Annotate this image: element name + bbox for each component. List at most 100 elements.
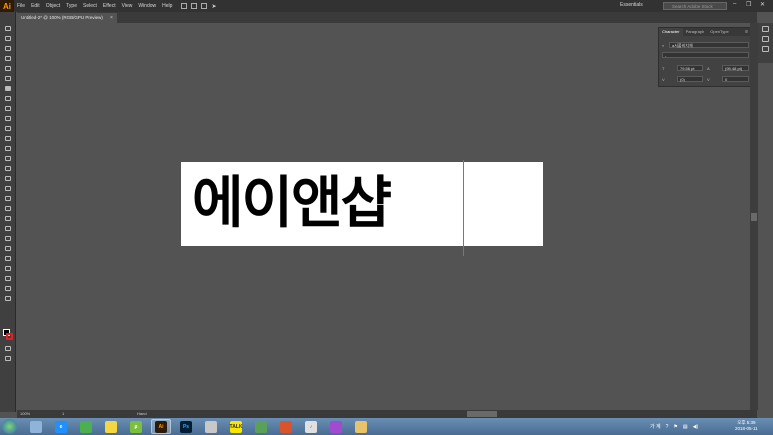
ime-indicator[interactable]: 가 계	[650, 423, 661, 430]
direct-selection-tool-icon[interactable]	[4, 36, 12, 42]
taskbar-app-notepad[interactable]	[201, 419, 221, 434]
flag-icon[interactable]: ⚑	[673, 424, 677, 430]
restore-icon[interactable]: ❐	[746, 1, 751, 8]
map-icon	[255, 420, 267, 433]
panel-menu-icon[interactable]: ≡	[745, 29, 748, 35]
bridge-icon[interactable]	[181, 3, 188, 9]
layers-icon[interactable]	[762, 36, 769, 42]
pen-tool-icon[interactable]	[4, 66, 12, 72]
start-button[interactable]	[2, 419, 17, 434]
tracking-field[interactable]: 0	[722, 76, 749, 82]
shape-builder-tool-icon[interactable]	[4, 186, 12, 192]
folder-icon	[355, 420, 367, 433]
close-icon[interactable]: ✕	[760, 1, 765, 8]
eraser-tool-icon[interactable]	[4, 136, 12, 142]
taskbar-app-photoshop[interactable]: Ps	[176, 419, 196, 434]
libraries-icon[interactable]	[762, 46, 769, 52]
stock-search-input[interactable]: Search Adobe Stock	[663, 2, 727, 10]
tab-character[interactable]: Character	[659, 28, 683, 36]
notepad-icon	[205, 420, 217, 433]
gradient-tool-icon[interactable]	[4, 216, 12, 222]
menu-object[interactable]: Object	[43, 0, 63, 12]
taskbar-app-kakaotalk[interactable]: TALK	[226, 419, 246, 434]
taskbar-app-sticky-notes[interactable]	[101, 419, 121, 434]
artboard-tool-icon[interactable]	[4, 266, 12, 272]
perspective-grid-tool-icon[interactable]	[4, 196, 12, 202]
taskbar-app-itunes[interactable]: ♪	[301, 419, 321, 434]
font-size-field[interactable]: 79.56 pt	[677, 65, 703, 71]
mesh-tool-icon[interactable]	[4, 206, 12, 212]
tab-paragraph[interactable]: Paragraph	[683, 28, 708, 36]
tab-close-icon[interactable]: ×	[110, 13, 113, 23]
screen-mode-icon[interactable]	[4, 356, 12, 362]
drawing-mode-icon[interactable]	[4, 346, 12, 352]
rectangle-tool-icon[interactable]	[4, 106, 12, 112]
taskbar-app-chrome[interactable]	[76, 419, 96, 434]
scale-tool-icon[interactable]	[4, 156, 12, 162]
taskbar-app-internet-explorer[interactable]: e	[51, 419, 71, 434]
shaper-tool-icon[interactable]	[4, 126, 12, 132]
taskbar-app-windows-explorer[interactable]	[26, 419, 46, 434]
font-size-icon: T	[662, 66, 665, 71]
symbol-sprayer-tool-icon[interactable]	[4, 246, 12, 252]
taskbar-app-crop-tool[interactable]	[276, 419, 296, 434]
character-panel-tabs: Character Paragraph OpenType	[659, 28, 750, 36]
network-icon[interactable]: ▤	[683, 424, 688, 430]
rotate-tool-icon[interactable]	[4, 146, 12, 152]
paintbrush-tool-icon[interactable]	[4, 116, 12, 122]
lasso-tool-icon[interactable]	[4, 56, 12, 62]
photoshop-icon: Ps	[180, 420, 192, 433]
menu-file[interactable]: File	[14, 0, 28, 12]
system-clock[interactable]: 오후 5:39 2018-05-11	[735, 420, 758, 432]
menu-quick-tools: ➤	[181, 3, 216, 10]
blend-tool-icon[interactable]	[4, 236, 12, 242]
menu-select[interactable]: Select	[80, 0, 100, 12]
stroke-color-swatch[interactable]	[6, 333, 13, 340]
taskbar-app-folder[interactable]	[351, 419, 371, 434]
kerning-field[interactable]: (0)	[677, 76, 703, 82]
column-graph-tool-icon[interactable]	[4, 256, 12, 262]
status-bar: 100% 1 Hand	[17, 410, 757, 418]
stock-icon[interactable]	[191, 3, 198, 9]
zoom-tool-icon[interactable]	[4, 296, 12, 302]
hand-tool-icon[interactable]	[4, 286, 12, 292]
font-style-field[interactable]: -	[662, 52, 749, 58]
font-family-field[interactable]: a서풀비치체	[669, 42, 749, 48]
workspace-switcher[interactable]: Essentials	[620, 2, 643, 8]
type-tool-icon[interactable]	[4, 86, 12, 92]
volume-icon[interactable]: ◀)	[693, 424, 699, 430]
taskbar-app-map[interactable]	[251, 419, 271, 434]
send-icon[interactable]: ➤	[211, 3, 216, 10]
taskbar-app-illustrator[interactable]: Ai	[151, 419, 171, 434]
minimize-icon[interactable]: –	[733, 1, 736, 7]
vertical-scroll-thumb[interactable]	[751, 213, 757, 221]
taskbar-app-media[interactable]	[326, 419, 346, 434]
free-transform-tool-icon[interactable]	[4, 176, 12, 182]
menu-view[interactable]: View	[119, 0, 136, 12]
slice-tool-icon[interactable]	[4, 276, 12, 282]
menu-help[interactable]: Help	[159, 0, 175, 12]
help-icon[interactable]: ?	[666, 424, 669, 430]
vertical-scrollbar[interactable]	[750, 23, 758, 410]
menu-edit[interactable]: Edit	[28, 0, 43, 12]
line-tool-icon[interactable]	[4, 96, 12, 102]
magic-wand-tool-icon[interactable]	[4, 46, 12, 52]
menu-effect[interactable]: Effect	[100, 0, 119, 12]
menu-type[interactable]: Type	[63, 0, 80, 12]
selection-tool-icon[interactable]	[4, 26, 12, 32]
curvature-tool-icon[interactable]	[4, 76, 12, 82]
width-tool-icon[interactable]	[4, 166, 12, 172]
utorrent-icon: µ	[130, 420, 142, 433]
leading-field[interactable]: (95.48 pt)	[722, 65, 749, 71]
arrange-documents-icon[interactable]	[201, 3, 208, 9]
artboard-number[interactable]: 1	[62, 410, 64, 418]
artboard-text[interactable]: 에이앤샵	[192, 168, 392, 240]
menu-window[interactable]: Window	[135, 0, 159, 12]
zoom-level[interactable]: 100%	[20, 410, 30, 418]
tab-opentype[interactable]: OpenType	[707, 28, 731, 36]
document-tab[interactable]: Untitled-2* @ 100% (RGB/GPU Preview) ×	[17, 13, 117, 23]
eyedropper-tool-icon[interactable]	[4, 226, 12, 232]
properties-icon[interactable]	[762, 26, 769, 32]
horizontal-scroll-thumb[interactable]	[467, 411, 497, 417]
taskbar-app-utorrent[interactable]: µ	[126, 419, 146, 434]
